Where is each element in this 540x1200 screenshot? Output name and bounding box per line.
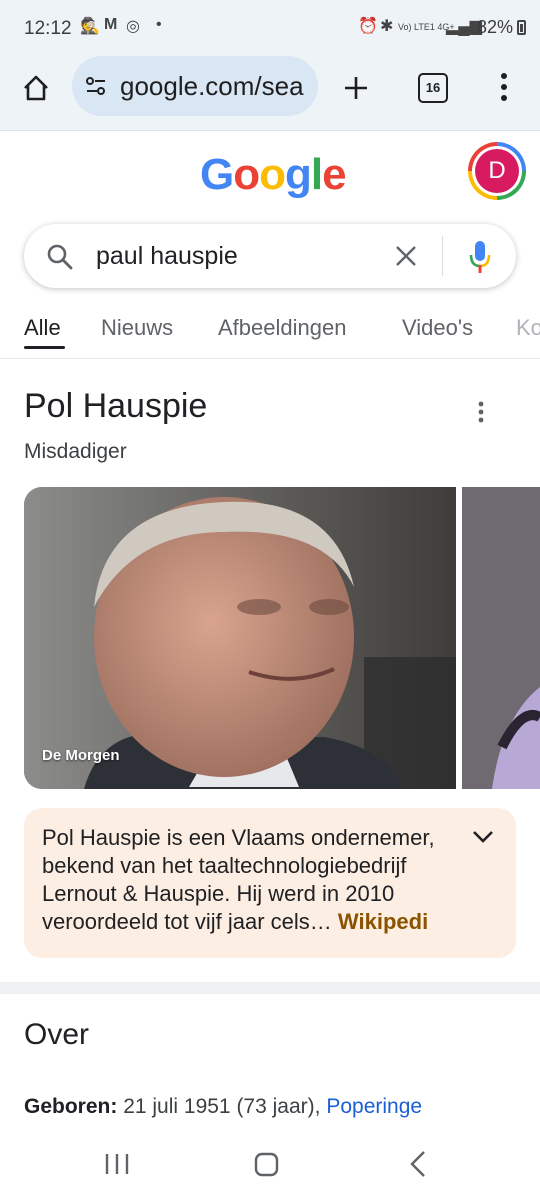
tabs-divider [0, 358, 540, 359]
search-icon [47, 244, 73, 270]
notification-dot-icon: • [156, 16, 162, 33]
entity-description-card[interactable]: Pol Hauspie is een Vlaams ondernemer, be… [24, 808, 516, 958]
search-divider [442, 236, 443, 276]
active-tab-indicator [24, 346, 65, 349]
recents-icon[interactable] [104, 1152, 130, 1176]
entity-photo-secondary[interactable] [462, 487, 540, 789]
site-settings-icon[interactable] [84, 74, 108, 98]
google-logo[interactable]: Google [200, 150, 347, 200]
born-place-link[interactable]: Poperinge [326, 1095, 422, 1118]
entity-photo[interactable]: De Morgen [24, 487, 456, 789]
battery-percent: 82% [476, 17, 513, 37]
status-bar: 12:12 🕵 M ◎ • ⏰ ✱ Vo) LTE1 4G+ ▂▄▆ 82% [0, 0, 540, 60]
avatar-initial: D [475, 149, 519, 193]
born-label: Geboren: [24, 1095, 118, 1118]
system-navigation-bar [0, 1130, 540, 1200]
expand-chevron-icon[interactable] [472, 830, 494, 844]
url-text: google.com/sea [120, 71, 304, 101]
tab-all[interactable]: Alle [24, 315, 61, 341]
clear-icon[interactable] [394, 244, 418, 268]
gmail-icon: M [104, 16, 118, 33]
entity-title: Pol Hauspie [24, 387, 208, 425]
tab-images[interactable]: Afbeeldingen [218, 315, 346, 341]
browser-toolbar: google.com/sea 16 [0, 56, 540, 131]
tab-videos[interactable]: Video's [402, 315, 473, 341]
back-icon[interactable] [408, 1150, 428, 1178]
address-bar[interactable]: google.com/sea [72, 56, 318, 116]
bluetooth-icon: ✱ [380, 18, 394, 35]
about-heading: Over [24, 1018, 90, 1051]
new-tab-icon[interactable] [342, 74, 370, 102]
more-menu-icon[interactable] [498, 72, 510, 102]
home-nav-icon[interactable] [254, 1152, 280, 1178]
status-time: 12:12 [24, 18, 72, 39]
incognito-icon: 🕵 [80, 18, 100, 35]
tab-more[interactable]: Ko [516, 315, 540, 341]
alarm-icon: ⏰ [358, 18, 378, 35]
image-source-label: De Morgen [42, 747, 120, 764]
battery-icon [517, 20, 526, 35]
tab-news[interactable]: Nieuws [101, 315, 173, 341]
microphone-icon[interactable] [468, 240, 492, 274]
description-ellipsis: … [309, 909, 332, 934]
tab-switcher-button[interactable]: 16 [418, 73, 448, 103]
account-avatar[interactable]: D [468, 142, 526, 200]
born-row: Geboren: 21 juli 1951 (73 jaar), Poperin… [24, 1095, 422, 1119]
home-icon[interactable] [22, 74, 50, 102]
battery-indicator: 82% [477, 17, 526, 38]
born-value: 21 juli 1951 (73 jaar), [123, 1095, 321, 1118]
instagram-icon: ◎ [126, 18, 140, 35]
search-box[interactable]: paul hauspie [24, 224, 516, 288]
search-input[interactable]: paul hauspie [96, 242, 238, 271]
entity-options-icon[interactable] [476, 400, 486, 424]
section-separator [0, 982, 540, 994]
entity-description: Pol Hauspie is een Vlaams ondernemer, be… [42, 824, 462, 936]
portrait-image [24, 487, 456, 789]
entity-subtitle: Misdadiger [24, 440, 127, 463]
wikipedia-link[interactable]: Wikipedi [338, 909, 428, 934]
secondary-image [462, 487, 540, 789]
